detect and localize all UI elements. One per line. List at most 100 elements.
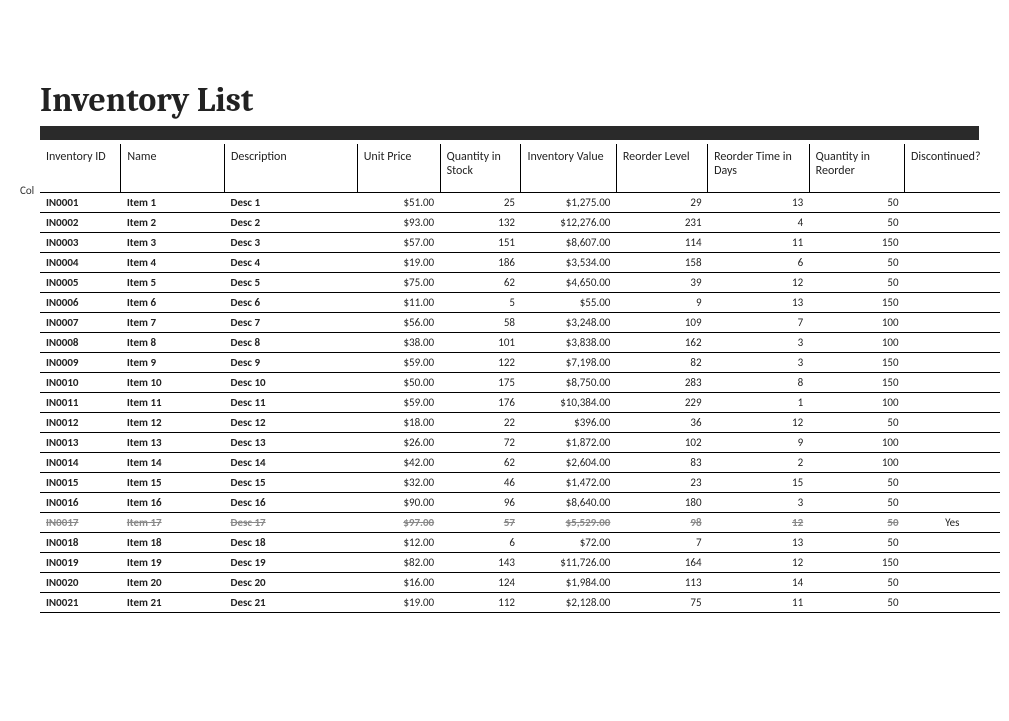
table-row: IN0021Item 21Desc 21$19.00112$2,128.0075… xyxy=(40,593,1000,613)
cell-description: Desc 3 xyxy=(225,233,358,253)
cell-name: Item 19 xyxy=(121,553,225,573)
cell-quantity-in-stock: 5 xyxy=(440,293,521,313)
cell-reorder-level: 29 xyxy=(616,193,707,213)
cell-description: Desc 21 xyxy=(225,593,358,613)
cell-reorder-time-days: 3 xyxy=(708,333,810,353)
table-row: IN0009Item 9Desc 9$59.00122$7,198.008231… xyxy=(40,353,1000,373)
cell-discontinued xyxy=(905,293,1000,313)
table-row: IN0018Item 18Desc 18$12.006$72.0071350 xyxy=(40,533,1000,553)
cell-discontinued xyxy=(905,493,1000,513)
cell-quantity-in-reorder: 100 xyxy=(809,433,904,453)
cell-discontinued: Yes xyxy=(905,513,1000,533)
cell-quantity-in-stock: 25 xyxy=(440,193,521,213)
cell-description: Desc 4 xyxy=(225,253,358,273)
cell-quantity-in-stock: 58 xyxy=(440,313,521,333)
cell-discontinued xyxy=(905,233,1000,253)
cell-reorder-time-days: 11 xyxy=(708,233,810,253)
cell-name: Item 7 xyxy=(121,313,225,333)
cell-quantity-in-stock: 186 xyxy=(440,253,521,273)
cell-name: Item 2 xyxy=(121,213,225,233)
cell-inventory-value: $8,750.00 xyxy=(521,373,616,393)
table-row: IN0012Item 12Desc 12$18.0022$396.0036125… xyxy=(40,413,1000,433)
cell-name: Item 1 xyxy=(121,193,225,213)
cell-discontinued xyxy=(905,593,1000,613)
cell-unit-price: $18.00 xyxy=(357,413,440,433)
cell-quantity-in-stock: 122 xyxy=(440,353,521,373)
cell-unit-price: $19.00 xyxy=(357,253,440,273)
cell-inventory-value: $5,529.00 xyxy=(521,513,616,533)
cell-discontinued xyxy=(905,573,1000,593)
cell-description: Desc 20 xyxy=(225,573,358,593)
cell-inventory-value: $7,198.00 xyxy=(521,353,616,373)
cell-reorder-time-days: 15 xyxy=(708,473,810,493)
truncated-side-label: Col xyxy=(20,184,34,197)
cell-description: Desc 17 xyxy=(225,513,358,533)
cell-inventory-value: $8,640.00 xyxy=(521,493,616,513)
cell-unit-price: $59.00 xyxy=(357,353,440,373)
cell-discontinued xyxy=(905,533,1000,553)
cell-description: Desc 13 xyxy=(225,433,358,453)
table-row: IN0016Item 16Desc 16$90.0096$8,640.00180… xyxy=(40,493,1000,513)
cell-discontinued xyxy=(905,453,1000,473)
cell-inventory-id: IN0012 xyxy=(40,413,121,433)
cell-discontinued xyxy=(905,213,1000,233)
cell-name: Item 21 xyxy=(121,593,225,613)
cell-quantity-in-reorder: 100 xyxy=(809,333,904,353)
cell-reorder-level: 109 xyxy=(616,313,707,333)
cell-inventory-value: $55.00 xyxy=(521,293,616,313)
cell-name: Item 17 xyxy=(121,513,225,533)
table-row: IN0011Item 11Desc 11$59.00176$10,384.002… xyxy=(40,393,1000,413)
cell-inventory-value: $72.00 xyxy=(521,533,616,553)
cell-name: Item 18 xyxy=(121,533,225,553)
table-row: IN0013Item 13Desc 13$26.0072$1,872.00102… xyxy=(40,433,1000,453)
cell-inventory-id: IN0016 xyxy=(40,493,121,513)
col-header-name: Name xyxy=(121,144,225,193)
cell-unit-price: $38.00 xyxy=(357,333,440,353)
cell-quantity-in-reorder: 150 xyxy=(809,373,904,393)
cell-quantity-in-reorder: 100 xyxy=(809,453,904,473)
cell-discontinued xyxy=(905,553,1000,573)
cell-description: Desc 8 xyxy=(225,333,358,353)
cell-quantity-in-reorder: 50 xyxy=(809,513,904,533)
cell-quantity-in-stock: 143 xyxy=(440,553,521,573)
cell-reorder-level: 113 xyxy=(616,573,707,593)
cell-reorder-level: 229 xyxy=(616,393,707,413)
cell-inventory-value: $396.00 xyxy=(521,413,616,433)
cell-unit-price: $90.00 xyxy=(357,493,440,513)
cell-inventory-value: $2,604.00 xyxy=(521,453,616,473)
cell-name: Item 9 xyxy=(121,353,225,373)
cell-discontinued xyxy=(905,473,1000,493)
cell-quantity-in-reorder: 50 xyxy=(809,593,904,613)
cell-inventory-id: IN0008 xyxy=(40,333,121,353)
cell-reorder-time-days: 9 xyxy=(708,433,810,453)
cell-unit-price: $59.00 xyxy=(357,393,440,413)
cell-quantity-in-stock: 132 xyxy=(440,213,521,233)
cell-inventory-value: $8,607.00 xyxy=(521,233,616,253)
cell-inventory-id: IN0002 xyxy=(40,213,121,233)
cell-quantity-in-reorder: 150 xyxy=(809,233,904,253)
cell-quantity-in-reorder: 150 xyxy=(809,353,904,373)
cell-name: Item 12 xyxy=(121,413,225,433)
inventory-document: Inventory List Inventory ID Name Descrip… xyxy=(0,0,1009,633)
cell-reorder-time-days: 2 xyxy=(708,453,810,473)
cell-reorder-time-days: 6 xyxy=(708,253,810,273)
cell-description: Desc 19 xyxy=(225,553,358,573)
cell-quantity-in-reorder: 100 xyxy=(809,313,904,333)
table-row: IN0005Item 5Desc 5$75.0062$4,650.0039125… xyxy=(40,273,1000,293)
table-row: IN0003Item 3Desc 3$57.00151$8,607.001141… xyxy=(40,233,1000,253)
cell-reorder-level: 98 xyxy=(616,513,707,533)
table-row: IN0014Item 14Desc 14$42.0062$2,604.00832… xyxy=(40,453,1000,473)
col-header-reorder-time-days: Reorder Time in Days xyxy=(708,144,810,193)
cell-reorder-time-days: 8 xyxy=(708,373,810,393)
cell-unit-price: $32.00 xyxy=(357,473,440,493)
cell-name: Item 20 xyxy=(121,573,225,593)
cell-name: Item 3 xyxy=(121,233,225,253)
cell-unit-price: $16.00 xyxy=(357,573,440,593)
cell-quantity-in-stock: 175 xyxy=(440,373,521,393)
col-header-quantity-in-reorder: Quantity in Reorder xyxy=(809,144,904,193)
cell-reorder-level: 75 xyxy=(616,593,707,613)
cell-reorder-time-days: 13 xyxy=(708,193,810,213)
table-row: IN0017Item 17Desc 17$97.0057$5,529.00981… xyxy=(40,513,1000,533)
cell-description: Desc 9 xyxy=(225,353,358,373)
cell-reorder-time-days: 12 xyxy=(708,413,810,433)
